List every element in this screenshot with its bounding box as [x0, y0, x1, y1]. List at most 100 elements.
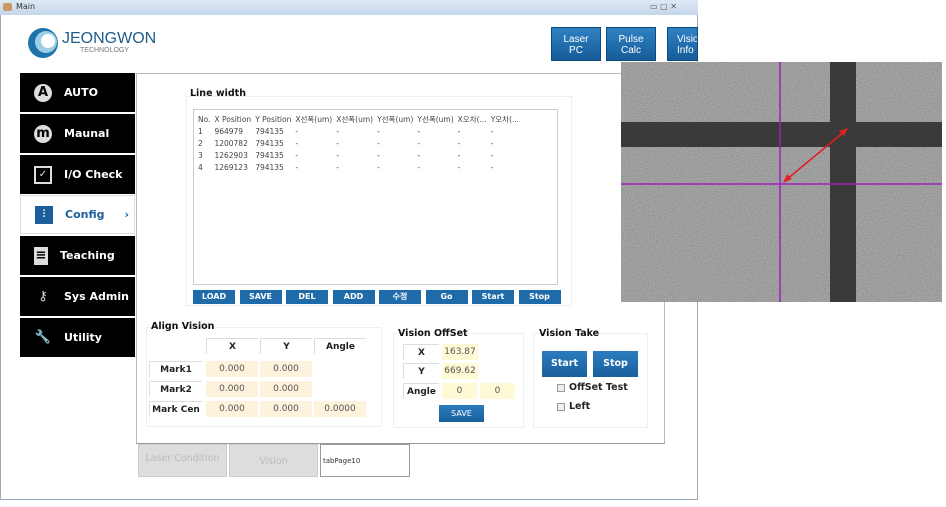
- sidebar-item-sys-admin[interactable]: ⚷ Sys Admin: [20, 277, 135, 316]
- mark2-label: Mark2: [149, 381, 202, 397]
- mark2-x: 0.000: [206, 381, 258, 397]
- window-controls[interactable]: ▭ ▢ ✕: [650, 2, 677, 11]
- vision-stop-button[interactable]: Stop: [593, 351, 638, 377]
- table-row[interactable]: 1 964979 794135 - - - - - -: [198, 125, 523, 137]
- offset-angle-field-1[interactable]: 0: [442, 383, 477, 399]
- sidebar-item-utility[interactable]: 🔧 Utility: [20, 318, 135, 357]
- table-row[interactable]: 4 1269123 794135 - - - - - -: [198, 161, 523, 173]
- table-row[interactable]: 2 1200782 794135 - - - - - -: [198, 137, 523, 149]
- table-cell: -: [417, 150, 421, 160]
- table-cell: -: [336, 162, 339, 172]
- tab-laser-condition[interactable]: Laser Condition: [138, 444, 227, 477]
- left-checkbox[interactable]: [557, 403, 565, 411]
- table-cell: 794135: [255, 126, 284, 136]
- sidebar-item-auto[interactable]: A AUTO: [20, 73, 135, 112]
- line-width-button-4[interactable]: ADD: [332, 290, 375, 304]
- table-cell: -: [377, 150, 380, 160]
- table-cell: -: [295, 150, 299, 160]
- table-cell: 794135: [255, 150, 284, 160]
- table-cell: -: [457, 138, 461, 148]
- column-header[interactable]: Y선폭(um): [377, 113, 417, 125]
- mark1-label: Mark1: [149, 361, 202, 377]
- table-cell: -: [490, 150, 494, 160]
- table-cell: -: [417, 126, 421, 136]
- table-cell: 1262903: [214, 150, 248, 160]
- left-label: Left: [569, 401, 591, 412]
- vertical-line-feature: [830, 62, 856, 302]
- table-cell: -: [336, 138, 339, 148]
- laser-pc-button[interactable]: Laser PC: [551, 27, 601, 61]
- sidebar-item-config[interactable]: ⫶ Config ›: [20, 195, 135, 234]
- window-title: Main: [16, 2, 36, 11]
- table-row[interactable]: 3 1262903 794135 - - - - - -: [198, 149, 523, 161]
- mark-cen-angle: 0.0000: [314, 401, 366, 417]
- table-cell: -: [295, 126, 299, 136]
- table-cell: -: [490, 162, 494, 172]
- column-header[interactable]: Y선폭(um): [417, 113, 457, 125]
- table-cell: -: [490, 126, 494, 136]
- column-header[interactable]: X Position: [214, 113, 255, 125]
- table-cell: 794135: [255, 162, 284, 172]
- key-icon: ⚷: [38, 289, 48, 304]
- offset-x-field[interactable]: 163.87: [442, 344, 478, 360]
- mark1-x: 0.000: [206, 361, 258, 377]
- tab-page10[interactable]: tabPage10: [320, 444, 410, 477]
- logo-swirl-icon: [28, 28, 58, 58]
- camera-image[interactable]: [621, 62, 942, 302]
- line-width-list[interactable]: No. X Position Y Position X선폭(um) X선폭(um) Y선폭…: [193, 109, 558, 285]
- column-header[interactable]: X선폭(um): [336, 113, 377, 125]
- offset-test-label: OffSet Test: [569, 382, 628, 393]
- horizontal-line-feature: [621, 122, 942, 147]
- line-width-button-8[interactable]: Stop: [518, 290, 561, 304]
- vision-offset-title: Vision OffSet: [398, 328, 468, 339]
- mark1-y: 0.000: [260, 361, 312, 377]
- table-cell: 2: [198, 138, 203, 148]
- sidebar-item-io-check[interactable]: ✓ I/O Check: [20, 155, 135, 194]
- offset-y-label: Y: [403, 363, 439, 379]
- table-cell: 964979: [214, 126, 244, 136]
- align-header-x: X: [206, 338, 258, 354]
- column-header[interactable]: X선폭(um): [295, 113, 336, 125]
- align-header-angle: Angle: [314, 338, 366, 354]
- column-header[interactable]: Y Position: [255, 113, 295, 125]
- column-header[interactable]: Y오차(...: [491, 113, 523, 125]
- line-width-button-6[interactable]: Go: [425, 290, 468, 304]
- offset-save-button[interactable]: SAVE: [439, 405, 484, 422]
- line-width-button-7[interactable]: Start: [472, 290, 514, 304]
- vision-take-title: Vision Take: [539, 328, 600, 339]
- table-cell: -: [295, 138, 299, 148]
- logo-subtext: TECHNOLOGY: [80, 47, 130, 54]
- tab-vision[interactable]: Vision: [229, 444, 318, 477]
- vision-start-button[interactable]: Start: [542, 351, 587, 377]
- column-header[interactable]: X오차(...: [458, 113, 491, 125]
- title-bar: Main: [0, 0, 698, 15]
- mark2-y: 0.000: [260, 381, 312, 397]
- table-cell: -: [377, 126, 380, 136]
- offset-x-label: X: [403, 344, 439, 360]
- document-icon: ≡: [34, 246, 48, 265]
- vision-take-group: [533, 333, 648, 428]
- offset-test-checkbox[interactable]: [557, 384, 565, 392]
- sidebar-item-teaching[interactable]: ≡ Teaching: [20, 236, 135, 275]
- app-icon: [3, 3, 12, 11]
- line-width-button-3[interactable]: DEL: [286, 290, 328, 304]
- column-header[interactable]: No.: [198, 113, 214, 125]
- line-width-button-2[interactable]: SAVE: [239, 290, 282, 304]
- line-width-title: Line width: [190, 88, 246, 99]
- line-width-button-5[interactable]: 수정: [379, 290, 421, 304]
- table-cell: -: [377, 162, 380, 172]
- sidebar-item-manual[interactable]: m Maunal: [20, 114, 135, 153]
- table-cell: -: [417, 162, 421, 172]
- table-cell: -: [457, 162, 461, 172]
- pulse-calc-button[interactable]: Pulse Calc: [606, 27, 656, 61]
- line-width-button-1[interactable]: LOAD: [193, 290, 235, 304]
- vision-info-button[interactable]: Visio Info: [667, 27, 698, 61]
- table-cell: 4: [198, 162, 203, 172]
- offset-y-field[interactable]: 669.62: [442, 363, 478, 379]
- table-cell: -: [457, 126, 461, 136]
- table-cell: -: [377, 138, 380, 148]
- table-cell: 1: [198, 126, 203, 136]
- table-cell: 3: [198, 150, 203, 160]
- table-cell: 1200782: [214, 138, 248, 148]
- offset-angle-field-2[interactable]: 0: [480, 383, 515, 399]
